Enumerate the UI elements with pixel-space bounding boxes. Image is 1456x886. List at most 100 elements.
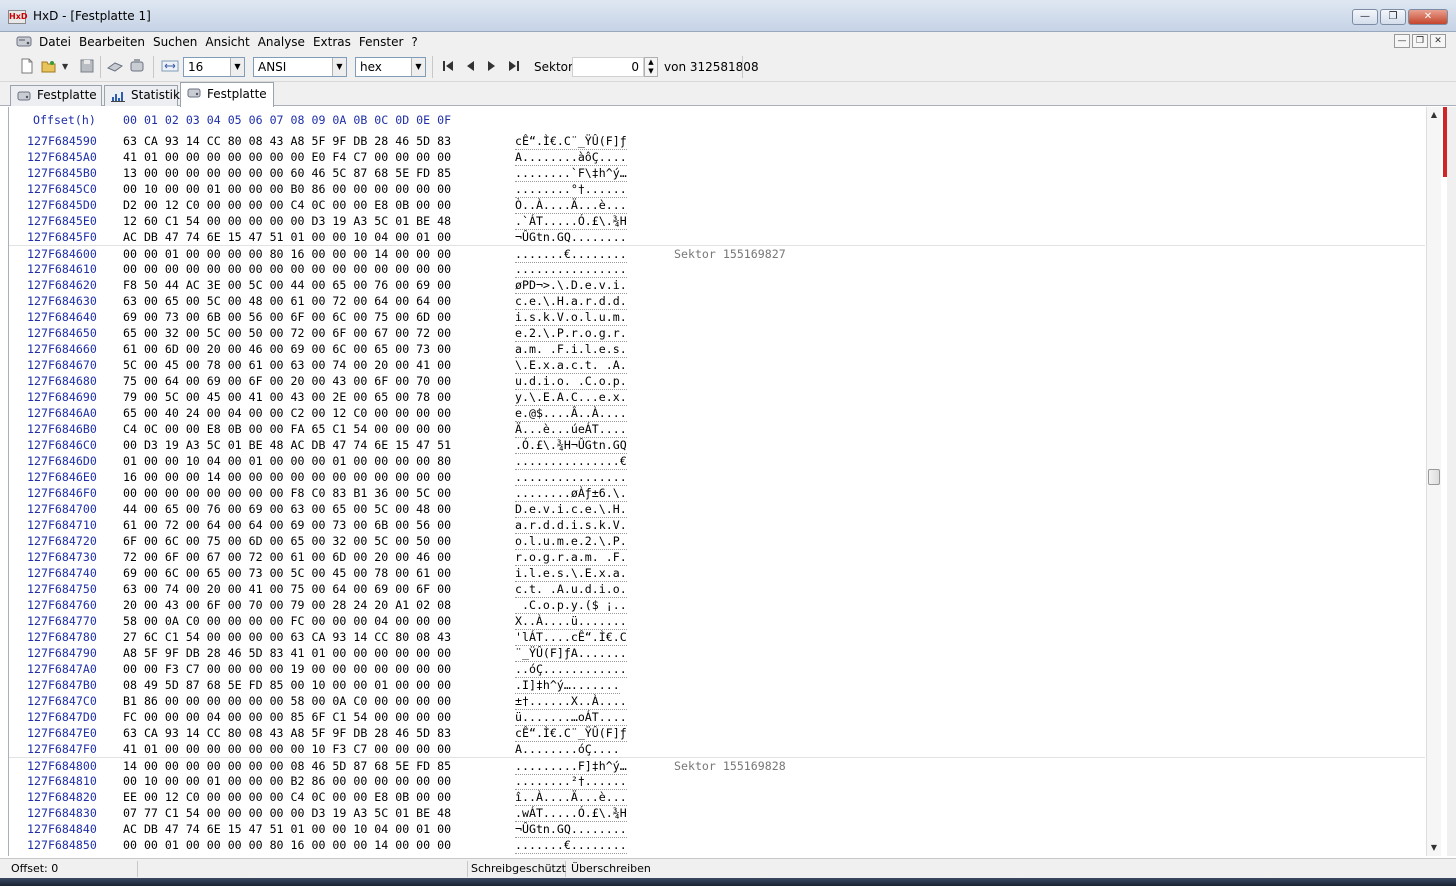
- row-hex-bytes[interactable]: 58 00 0A C0 00 00 00 00 FC 00 00 00 04 0…: [123, 613, 451, 629]
- row-ascii-text[interactable]: Ä...è...úeÁT....: [515, 421, 627, 438]
- open-dropdown-arrow[interactable]: ▼: [62, 57, 72, 77]
- row-hex-bytes[interactable]: 69 00 6C 00 65 00 73 00 5C 00 45 00 78 0…: [123, 565, 451, 581]
- row-hex-bytes[interactable]: 69 00 73 00 6B 00 56 00 6F 00 6C 00 75 0…: [123, 309, 451, 325]
- row-ascii-text[interactable]: e.@$....Â..À....: [515, 405, 627, 422]
- row-hex-bytes[interactable]: 61 00 6D 00 20 00 46 00 69 00 6C 00 65 0…: [123, 341, 451, 357]
- row-ascii-text[interactable]: c.t. .A.u.d.i.o.: [515, 581, 627, 598]
- tab-statistik[interactable]: Statistik: [104, 85, 180, 106]
- row-hex-bytes[interactable]: A8 5F 9F DB 28 46 5D 83 41 01 00 00 00 0…: [123, 645, 451, 661]
- row-hex-bytes[interactable]: 00 00 01 00 00 00 00 80 16 00 00 00 14 0…: [123, 246, 451, 262]
- menu-item-ansicht[interactable]: Ansicht: [204, 34, 254, 50]
- minimize-button[interactable]: —: [1352, 9, 1378, 25]
- row-ascii-text[interactable]: .`ÁT.....Ó.£\.¾H: [515, 213, 627, 230]
- row-hex-bytes[interactable]: EE 00 12 C0 00 00 00 00 C4 0C 00 00 E8 0…: [123, 789, 451, 805]
- row-ascii-text[interactable]: .......€........: [515, 837, 627, 854]
- bytes-per-row-select[interactable]: 16 ▼: [183, 57, 245, 77]
- row-hex-bytes[interactable]: AC DB 47 74 6E 15 47 51 01 00 00 10 04 0…: [123, 821, 451, 837]
- row-ascii-text[interactable]: .Ó.£\.¾H¬ÛGtn.GQ: [515, 437, 627, 454]
- row-ascii-text[interactable]: y.\.E.A.C...e.x.: [515, 389, 627, 406]
- row-hex-bytes[interactable]: 00 D3 19 A3 5C 01 BE 48 AC DB 47 74 6E 1…: [123, 437, 451, 453]
- row-ascii-text[interactable]: ........²†......: [515, 773, 627, 790]
- tab-festplatte-1[interactable]: Festplatte 1: [10, 85, 102, 121]
- row-hex-bytes[interactable]: 00 00 00 00 00 00 00 00 F8 C0 83 B1 36 0…: [123, 485, 451, 501]
- row-hex-bytes[interactable]: C4 0C 00 00 E8 0B 00 00 FA 65 C1 54 00 0…: [123, 421, 451, 437]
- row-hex-bytes[interactable]: 27 6C C1 54 00 00 00 00 63 CA 93 14 CC 8…: [123, 629, 451, 645]
- row-ascii-text[interactable]: ........`F\‡h^ý…: [515, 165, 627, 182]
- row-ascii-text[interactable]: ........°†......: [515, 181, 627, 198]
- row-hex-bytes[interactable]: 08 49 5D 87 68 5E FD 85 00 10 00 00 01 0…: [123, 677, 451, 693]
- row-hex-bytes[interactable]: 41 01 00 00 00 00 00 00 00 E0 F4 C7 00 0…: [123, 149, 451, 165]
- hxd-app-icon[interactable]: HxD: [8, 10, 28, 24]
- row-hex-bytes[interactable]: 41 01 00 00 00 00 00 00 00 10 F3 C7 00 0…: [123, 741, 451, 757]
- menu-item-extras[interactable]: Extras: [312, 34, 356, 50]
- mdi-restore-button[interactable]: ❐: [1412, 34, 1428, 48]
- row-ascii-text[interactable]: ........øÀƒ±6.\.: [515, 485, 627, 502]
- scroll-thumb[interactable]: [1428, 469, 1440, 485]
- tab-festplatte-1-active[interactable]: Festplatte 1: [180, 82, 274, 123]
- row-ascii-text[interactable]: a.m. .F.i.l.e.s.: [515, 341, 627, 358]
- row-hex-bytes[interactable]: 63 00 74 00 20 00 41 00 75 00 64 00 69 0…: [123, 581, 451, 597]
- row-hex-bytes[interactable]: 5C 00 45 00 78 00 61 00 63 00 74 00 20 0…: [123, 357, 451, 373]
- row-hex-bytes[interactable]: 44 00 65 00 76 00 69 00 63 00 65 00 5C 0…: [123, 501, 451, 517]
- row-hex-bytes[interactable]: 65 00 32 00 5C 00 50 00 72 00 6F 00 67 0…: [123, 325, 451, 341]
- row-ascii-text[interactable]: A........àôÇ....: [515, 149, 627, 166]
- scroll-up-arrow-icon[interactable]: ▲: [1427, 107, 1441, 123]
- row-hex-bytes[interactable]: 63 CA 93 14 CC 80 08 43 A8 5F 9F DB 28 4…: [123, 725, 451, 741]
- row-hex-bytes[interactable]: 00 10 00 00 01 00 00 00 B2 86 00 00 00 0…: [123, 773, 451, 789]
- sector-input[interactable]: 0: [572, 57, 644, 77]
- row-ascii-text[interactable]: 'lÁT....cÊ“.Ì€.C: [515, 629, 627, 646]
- close-button[interactable]: ✕: [1408, 9, 1448, 25]
- row-ascii-text[interactable]: i.l.e.s.\.E.x.a.: [515, 565, 627, 582]
- row-hex-bytes[interactable]: 00 00 F3 C7 00 00 00 00 19 00 00 00 00 0…: [123, 661, 451, 677]
- row-hex-bytes[interactable]: 13 00 00 00 00 00 00 00 60 46 5C 87 68 5…: [123, 165, 451, 181]
- row-ascii-text[interactable]: D.e.v.i.c.e.\.H.: [515, 501, 627, 518]
- row-ascii-text[interactable]: .wÁT.....Ó.£\.¾H: [515, 805, 627, 822]
- row-hex-bytes[interactable]: AC DB 47 74 6E 15 47 51 01 00 00 10 04 0…: [123, 229, 451, 245]
- next-sector-icon[interactable]: [483, 57, 501, 75]
- last-sector-icon[interactable]: [505, 57, 523, 75]
- menu-item-datei[interactable]: Datei: [38, 34, 76, 50]
- mdi-minimize-button[interactable]: —: [1394, 34, 1410, 48]
- row-ascii-text[interactable]: ü.......…oÁT....: [515, 709, 627, 726]
- previous-sector-icon[interactable]: [461, 57, 479, 75]
- row-ascii-text[interactable]: cÊ“.Ì€.C¨_ŸÛ(F]ƒ: [515, 725, 627, 742]
- row-hex-bytes[interactable]: 14 00 00 00 00 00 00 00 08 46 5D 87 68 5…: [123, 758, 451, 774]
- status-overwrite-mode[interactable]: Überschreiben: [568, 861, 678, 877]
- row-ascii-text[interactable]: Ò..À....Ä...è...: [515, 197, 627, 214]
- menu-item-suchen[interactable]: Suchen: [152, 34, 202, 50]
- menu-item-analyse[interactable]: Analyse: [257, 34, 310, 50]
- row-hex-bytes[interactable]: D2 00 12 C0 00 00 00 00 C4 0C 00 00 E8 0…: [123, 197, 451, 213]
- row-ascii-text[interactable]: ¬ÛGtn.GQ........: [515, 229, 627, 246]
- row-hex-bytes[interactable]: 00 00 01 00 00 00 00 80 16 00 00 00 14 0…: [123, 837, 451, 853]
- row-hex-bytes[interactable]: 79 00 5C 00 45 00 41 00 43 00 2E 00 65 0…: [123, 389, 451, 405]
- row-hex-bytes[interactable]: 07 77 C1 54 00 00 00 00 00 D3 19 A3 5C 0…: [123, 805, 451, 821]
- charset-select[interactable]: ANSI ▼: [253, 57, 347, 77]
- row-hex-bytes[interactable]: 75 00 64 00 69 00 6F 00 20 00 43 00 6F 0…: [123, 373, 451, 389]
- row-ascii-text[interactable]: ¨_ŸÛ(F]ƒA.......: [515, 645, 627, 662]
- vertical-scrollbar[interactable]: ▲ ▼: [1426, 107, 1441, 856]
- row-hex-bytes[interactable]: 20 00 43 00 6F 00 70 00 79 00 28 24 20 A…: [123, 597, 451, 613]
- row-ascii-text[interactable]: ...............€: [515, 453, 627, 470]
- row-ascii-text[interactable]: c.e.\.H.a.r.d.d.: [515, 293, 627, 310]
- row-hex-bytes[interactable]: FC 00 00 00 04 00 00 00 85 6F C1 54 00 0…: [123, 709, 451, 725]
- open-ram-icon[interactable]: [128, 57, 146, 75]
- row-ascii-text[interactable]: î..À....Ä...è...: [515, 789, 627, 806]
- row-ascii-text[interactable]: o.l.u.m.e.2.\.P.: [515, 533, 627, 550]
- row-hex-bytes[interactable]: 65 00 40 24 00 04 00 00 C2 00 12 C0 00 0…: [123, 405, 451, 421]
- row-hex-bytes[interactable]: 00 00 00 00 00 00 00 00 00 00 00 00 00 0…: [123, 261, 451, 277]
- new-file-icon[interactable]: [18, 57, 36, 75]
- row-ascii-text[interactable]: cÊ“.Ì€.C¨_ŸÛ(F]ƒ: [515, 133, 627, 150]
- row-hex-bytes[interactable]: 00 10 00 00 01 00 00 00 B0 86 00 00 00 0…: [123, 181, 451, 197]
- row-hex-bytes[interactable]: 61 00 72 00 64 00 64 00 69 00 73 00 6B 0…: [123, 517, 451, 533]
- row-ascii-text[interactable]: X..À....ü.......: [515, 613, 627, 630]
- first-sector-icon[interactable]: [439, 57, 457, 75]
- save-icon[interactable]: [78, 57, 96, 75]
- disk-icon[interactable]: [16, 34, 32, 48]
- scroll-down-arrow-icon[interactable]: ▼: [1427, 840, 1441, 856]
- row-ascii-text[interactable]: .I]‡h^ý….......: [515, 677, 620, 694]
- sector-spinner[interactable]: ▲ ▼: [644, 57, 658, 77]
- row-ascii-text[interactable]: u.d.i.o. .C.o.p.: [515, 373, 627, 390]
- row-ascii-text[interactable]: ................: [515, 469, 627, 486]
- row-ascii-text[interactable]: i.s.k.V.o.l.u.m.: [515, 309, 627, 326]
- row-ascii-text[interactable]: e.2.\.P.r.o.g.r.: [515, 325, 627, 342]
